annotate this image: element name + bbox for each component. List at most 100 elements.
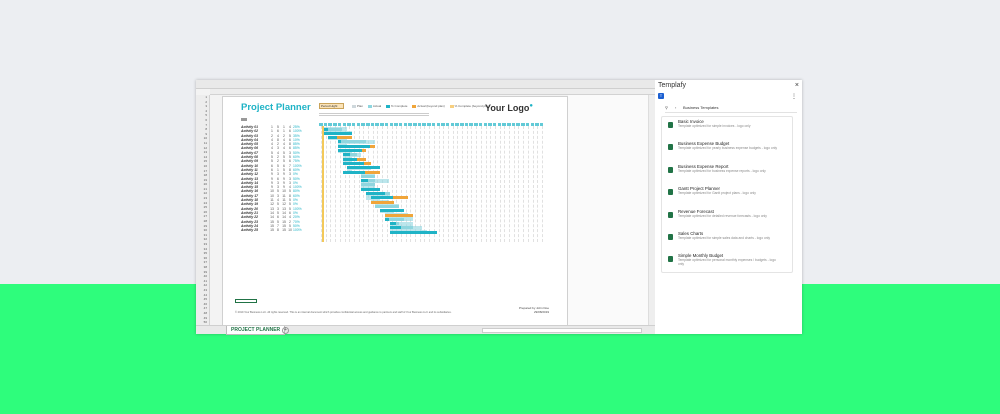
add-sheet-button[interactable]: +	[282, 327, 289, 334]
complete-bar	[389, 226, 402, 230]
grid-line	[499, 126, 501, 242]
templafy-logo-icon: T	[658, 93, 664, 99]
grid-line	[509, 126, 510, 242]
period-subheader	[319, 113, 429, 116]
gantt-chart	[319, 123, 549, 243]
grid-line	[466, 126, 468, 242]
complete-bar	[389, 222, 397, 226]
horizontal-scrollbar[interactable]	[482, 328, 642, 333]
complete-bar	[342, 153, 350, 157]
logo-placeholder: Your Logo●	[485, 103, 533, 113]
complete-bar	[337, 149, 362, 152]
panel-title: Templafy	[658, 82, 687, 89]
grid-line	[377, 126, 379, 242]
grid-line	[415, 126, 416, 242]
copyright-footer: © 2019 Your Business LLC. All rights res…	[235, 311, 452, 314]
actual-bar	[375, 204, 399, 208]
template-description: Template optimized for simple sales data…	[678, 235, 770, 240]
complete-bar	[342, 170, 366, 174]
template-item[interactable]: Gantt Project Planner Template optimized …	[662, 184, 792, 206]
template-description: Template optimized for simple invoices -…	[678, 124, 751, 128]
spreadsheet-icon	[668, 144, 673, 151]
actual-bar	[337, 140, 366, 144]
grid-line	[386, 126, 388, 242]
template-item[interactable]: Simple Monthly Budget Template optimized …	[662, 251, 792, 273]
template-item[interactable]: Sales Charts Template optimized for simpl…	[662, 229, 792, 251]
complete-bar	[347, 166, 381, 170]
grid-line	[537, 126, 539, 242]
grid-line	[476, 126, 478, 242]
complete-bar	[337, 140, 341, 144]
complete-bar	[366, 192, 385, 195]
grid-line	[527, 126, 529, 242]
period-highlight-input[interactable]: Period Highl	[319, 103, 344, 109]
complete-bar	[370, 196, 394, 200]
search-bar[interactable]: ⚲ ‹ Business Templates	[665, 103, 797, 113]
period-highlight-line	[322, 126, 324, 242]
template-item[interactable]: Business Expense Report Template optimize…	[662, 162, 792, 184]
complete-bar	[323, 127, 329, 131]
complete-bar	[328, 136, 337, 140]
templafy-panel: Templafy × T ⋮ ⚲ ‹ Business Templates Basi…	[655, 80, 802, 334]
back-icon[interactable]: ‹	[675, 103, 683, 113]
template-description: Template optimized for business expense …	[678, 168, 766, 173]
grid-line	[518, 126, 520, 242]
excel-workbook: 1 2 3 4 5 6 7 8 9 10 11 12 13 14 15 16 17 18 19 20 21 22 23 24 2…	[196, 80, 655, 335]
grid-line	[480, 126, 482, 242]
spreadsheet-icon	[668, 211, 673, 218]
sheet-title: Project Planner	[241, 102, 311, 113]
selected-cell[interactable]	[235, 299, 257, 303]
spreadsheet-icon	[668, 189, 673, 196]
template-list: Basic Invoice Template optimized for simp…	[661, 116, 793, 273]
worksheet[interactable]: Project Planner Your Logo● Period Highl …	[222, 96, 568, 326]
grid-line	[494, 126, 496, 242]
grid-line	[457, 126, 459, 242]
spreadsheet-icon	[668, 233, 673, 240]
grid-line	[433, 126, 435, 242]
grid-line	[485, 126, 487, 242]
grid-line	[443, 126, 445, 242]
complete-bar	[380, 209, 404, 213]
complete-bar	[389, 230, 437, 234]
vertical-scrollbar[interactable]	[648, 95, 655, 325]
actual-bar	[370, 200, 395, 204]
template-item[interactable]: Business Expense Budget Template optimize…	[662, 139, 792, 161]
grid-line	[523, 126, 525, 242]
grid-line	[335, 126, 337, 242]
grid-line	[419, 126, 421, 242]
spreadsheet-icon	[668, 256, 673, 263]
complete-bar	[361, 179, 369, 183]
template-item[interactable]: Basic Invoice Template optimized for simp…	[662, 117, 792, 139]
grid-line	[452, 126, 454, 242]
grid-line	[325, 126, 327, 242]
spreadsheet-icon	[668, 122, 673, 128]
grid-line	[490, 126, 492, 242]
grid-line	[447, 126, 449, 242]
grid-line	[424, 126, 426, 242]
complete-bar	[342, 161, 364, 165]
template-description: Template optimized for Gantt project pla…	[678, 191, 756, 196]
complete-bar	[361, 187, 381, 191]
more-menu-icon[interactable]: ⋮	[791, 93, 797, 100]
grid-line	[513, 126, 515, 242]
actual-bar	[361, 174, 376, 178]
tab-project-planner[interactable]: PROJECT PLANNER	[226, 326, 286, 335]
close-icon[interactable]: ×	[795, 82, 799, 89]
grid-line	[438, 126, 440, 242]
complete-bar	[342, 157, 357, 161]
actual-bar	[361, 183, 376, 187]
activity-table: Activity 01 1 5 1 4 25% Activity 02 1 6 1 6 100% Act…	[241, 125, 321, 232]
empty-columns	[568, 95, 655, 325]
template-item[interactable]: Revenue Forecast Template optimized for d…	[662, 207, 792, 229]
activity-header	[241, 118, 247, 121]
search-icon[interactable]: ⚲	[665, 103, 675, 113]
grid-line	[382, 126, 384, 242]
grid-line	[471, 126, 473, 242]
template-description: Template optimized for personal monthly …	[678, 258, 776, 267]
breadcrumb: Business Templates	[683, 105, 719, 110]
row-headers[interactable]: 1 2 3 4 5 6 7 8 9 10 11 12 13 14 15 16 17 18 19 20 21 22 23 24 2…	[196, 95, 210, 325]
grid-line	[330, 126, 332, 242]
prepared-by: Prepared by John Doe 29/08/2019	[519, 306, 550, 314]
table-row[interactable]: Activity 25 15 8 15 10100%	[241, 228, 321, 232]
grid-line	[541, 126, 543, 242]
